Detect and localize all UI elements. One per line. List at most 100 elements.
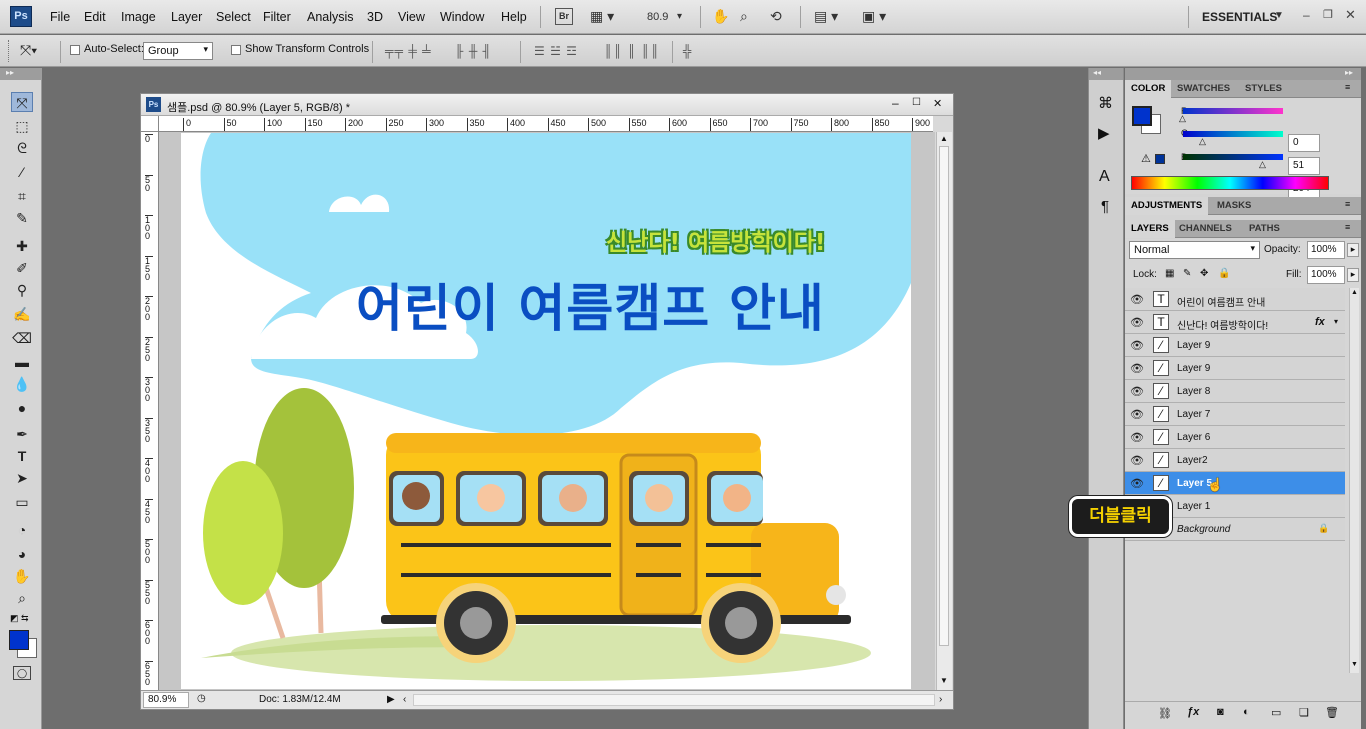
zoom-tool-icon[interactable]: ⌕ <box>11 588 33 608</box>
artboard[interactable]: 신난다! 여름방학이다! 어린이 여름캠프 안내 <box>181 133 911 689</box>
minimize-icon[interactable]: – <box>1303 8 1310 22</box>
panel-collapse-icon[interactable]: ▸▸ <box>1345 68 1353 77</box>
add-mask-icon[interactable]: ◙ <box>1217 706 1224 718</box>
hscroll-left-icon[interactable]: ‹ <box>403 694 406 705</box>
visibility-eye-icon[interactable]: 👁 <box>1130 339 1144 352</box>
move-tool-icon[interactable]: ⤧ <box>11 92 33 112</box>
lasso-tool-icon[interactable]: ᘓ <box>11 138 33 158</box>
zoom-dropdown-icon[interactable]: ▾ <box>677 11 682 22</box>
delete-layer-icon[interactable]: 🗑 <box>1325 706 1339 719</box>
hand-tool-icon[interactable]: ✋ <box>712 8 729 25</box>
menu-view[interactable]: View <box>398 10 425 24</box>
adjustment-layer-icon[interactable]: ◐ <box>1243 706 1250 718</box>
tab-styles[interactable]: STYLES <box>1239 80 1288 98</box>
new-layer-icon[interactable]: ❏ <box>1299 706 1309 719</box>
b-slider-thumb[interactable]: △ <box>1259 159 1266 170</box>
status-zoom[interactable]: 80.9% <box>143 692 189 708</box>
crop-tool-icon[interactable]: ⌗ <box>11 186 33 206</box>
paragraph-panel-icon[interactable]: ¶ <box>1101 198 1109 215</box>
lock-transparency-icon[interactable]: ▦ <box>1165 268 1174 279</box>
opacity-input[interactable]: 100% <box>1307 241 1345 259</box>
r-slider-thumb[interactable]: △ <box>1179 113 1186 124</box>
link-layers-icon[interactable]: ⛓ <box>1158 707 1172 720</box>
tab-swatches[interactable]: SWATCHES <box>1171 80 1236 98</box>
gradient-tool-icon[interactable]: ▬ <box>11 352 33 372</box>
type-tool-icon[interactable]: T <box>11 446 33 466</box>
blur-tool-icon[interactable]: 💧 <box>11 374 33 394</box>
workspace-switcher[interactable]: ESSENTIALS <box>1202 10 1277 24</box>
doc-minimize-icon[interactable]: – <box>892 96 899 110</box>
character-panel-icon[interactable]: A <box>1099 168 1110 186</box>
auto-select-dropdown[interactable]: Group ▾ <box>143 42 213 60</box>
clone-stamp-tool-icon[interactable]: ⚲ <box>11 280 33 300</box>
menu-image[interactable]: Image <box>121 10 156 24</box>
layers-scrollbar[interactable]: ▲ ▼ <box>1349 288 1359 673</box>
fill-slider-icon[interactable]: ▸ <box>1347 268 1359 282</box>
opacity-slider-icon[interactable]: ▸ <box>1347 243 1359 257</box>
pen-tool-icon[interactable]: ✒ <box>11 424 33 444</box>
color-panel-menu-icon[interactable]: ≡ <box>1345 82 1350 92</box>
layer-row[interactable]: 👁 ⁄ Layer 6 <box>1125 426 1345 449</box>
blend-mode-dropdown[interactable]: Normal ▾ <box>1129 241 1260 259</box>
new-group-icon[interactable]: ▭ <box>1271 706 1281 719</box>
healing-brush-tool-icon[interactable]: ✚ <box>11 236 33 256</box>
view-extras-icon[interactable]: ▦ ▾ <box>590 8 614 25</box>
auto-align-icon[interactable]: ╬ <box>683 44 693 58</box>
doc-maximize-icon[interactable]: ☐ <box>912 97 921 108</box>
layer-row[interactable]: 👁 T 어린이 여름캠프 안내 <box>1125 288 1345 311</box>
layers-scroll-up-icon[interactable]: ▲ <box>1351 289 1358 296</box>
default-colors-icon[interactable]: ◩ ⇆ <box>10 613 29 624</box>
zoom-tool-icon[interactable]: ⌕ <box>740 8 748 25</box>
3d-orbit-tool-icon[interactable]: ◕ <box>11 544 33 564</box>
menu-edit[interactable]: Edit <box>84 10 106 24</box>
scroll-thumb[interactable] <box>939 146 949 646</box>
g-slider[interactable] <box>1183 131 1283 137</box>
visibility-eye-icon[interactable]: 👁 <box>1130 316 1144 329</box>
r-slider[interactable] <box>1183 108 1283 114</box>
foreground-color-swatch[interactable] <box>9 630 29 650</box>
visibility-eye-icon[interactable]: 👁 <box>1130 408 1144 421</box>
g-slider-thumb[interactable]: △ <box>1199 136 1206 147</box>
r-value[interactable]: 0 <box>1288 134 1320 152</box>
horizontal-scrollbar[interactable] <box>413 694 935 706</box>
ruler-origin[interactable] <box>141 116 159 132</box>
menu-window[interactable]: Window <box>440 10 484 24</box>
layers-scroll-down-icon[interactable]: ▼ <box>1351 661 1358 668</box>
layer-fx-badge[interactable]: fx <box>1315 316 1325 328</box>
menu-layer[interactable]: Layer <box>171 10 202 24</box>
scroll-down-icon[interactable]: ▼ <box>940 676 948 685</box>
color-fg-swatch[interactable] <box>1132 106 1152 126</box>
marquee-tool-icon[interactable]: ⬚ <box>11 116 33 136</box>
lock-position-icon[interactable]: ✥ <box>1200 268 1208 279</box>
visibility-eye-icon[interactable]: 👁 <box>1130 385 1144 398</box>
align-left-icons[interactable]: ╟ ╫ ╢ <box>455 44 492 58</box>
show-transform-checkbox[interactable] <box>231 45 241 55</box>
layer-row[interactable]: 👁 ⁄ Layer 7 <box>1125 403 1345 426</box>
layer-row[interactable]: 👁 ⁄ Layer 9 <box>1125 357 1345 380</box>
menu-help[interactable]: Help <box>501 10 527 24</box>
zoom-level[interactable]: 80.9 <box>647 11 668 23</box>
eyedropper-tool-icon[interactable]: ✎ <box>11 208 33 228</box>
status-info-icon[interactable]: ◷ <box>197 693 206 704</box>
layers-panel-menu-icon[interactable]: ≡ <box>1345 222 1350 232</box>
doc-close-icon[interactable]: ✕ <box>933 97 942 110</box>
visibility-eye-icon[interactable]: 👁 <box>1130 454 1144 467</box>
fill-input[interactable]: 100% <box>1307 266 1345 284</box>
layer-row[interactable]: 👁 ⁄ Layer 9 <box>1125 334 1345 357</box>
screen-mode-icon[interactable]: ▣ ▾ <box>862 8 886 25</box>
status-menu-icon[interactable]: ▶ <box>387 694 395 705</box>
layer-row-selected[interactable]: 👁 ⁄ Layer 5 ☝ <box>1125 472 1345 495</box>
lock-pixels-icon[interactable]: ✎ <box>1183 268 1191 279</box>
visibility-eye-icon[interactable]: 👁 <box>1130 362 1144 375</box>
gamut-swatch[interactable] <box>1155 154 1165 164</box>
tab-adjustments[interactable]: ADJUSTMENTS <box>1125 197 1209 215</box>
auto-select-checkbox[interactable] <box>70 45 80 55</box>
3d-rotate-tool-icon[interactable]: ◔ <box>11 520 33 540</box>
distribute-top-icons[interactable]: ☰ ☱ ☲ <box>534 44 578 58</box>
layer-row[interactable]: 👁 ⁄ Layer 8 <box>1125 380 1345 403</box>
menu-file[interactable]: File <box>50 10 70 24</box>
quick-select-tool-icon[interactable]: ⁄ <box>11 162 33 182</box>
close-icon[interactable]: ✕ <box>1345 7 1356 23</box>
layer-row[interactable]: 👁 ⁄ Layer2 <box>1125 449 1345 472</box>
menu-select[interactable]: Select <box>216 10 251 24</box>
